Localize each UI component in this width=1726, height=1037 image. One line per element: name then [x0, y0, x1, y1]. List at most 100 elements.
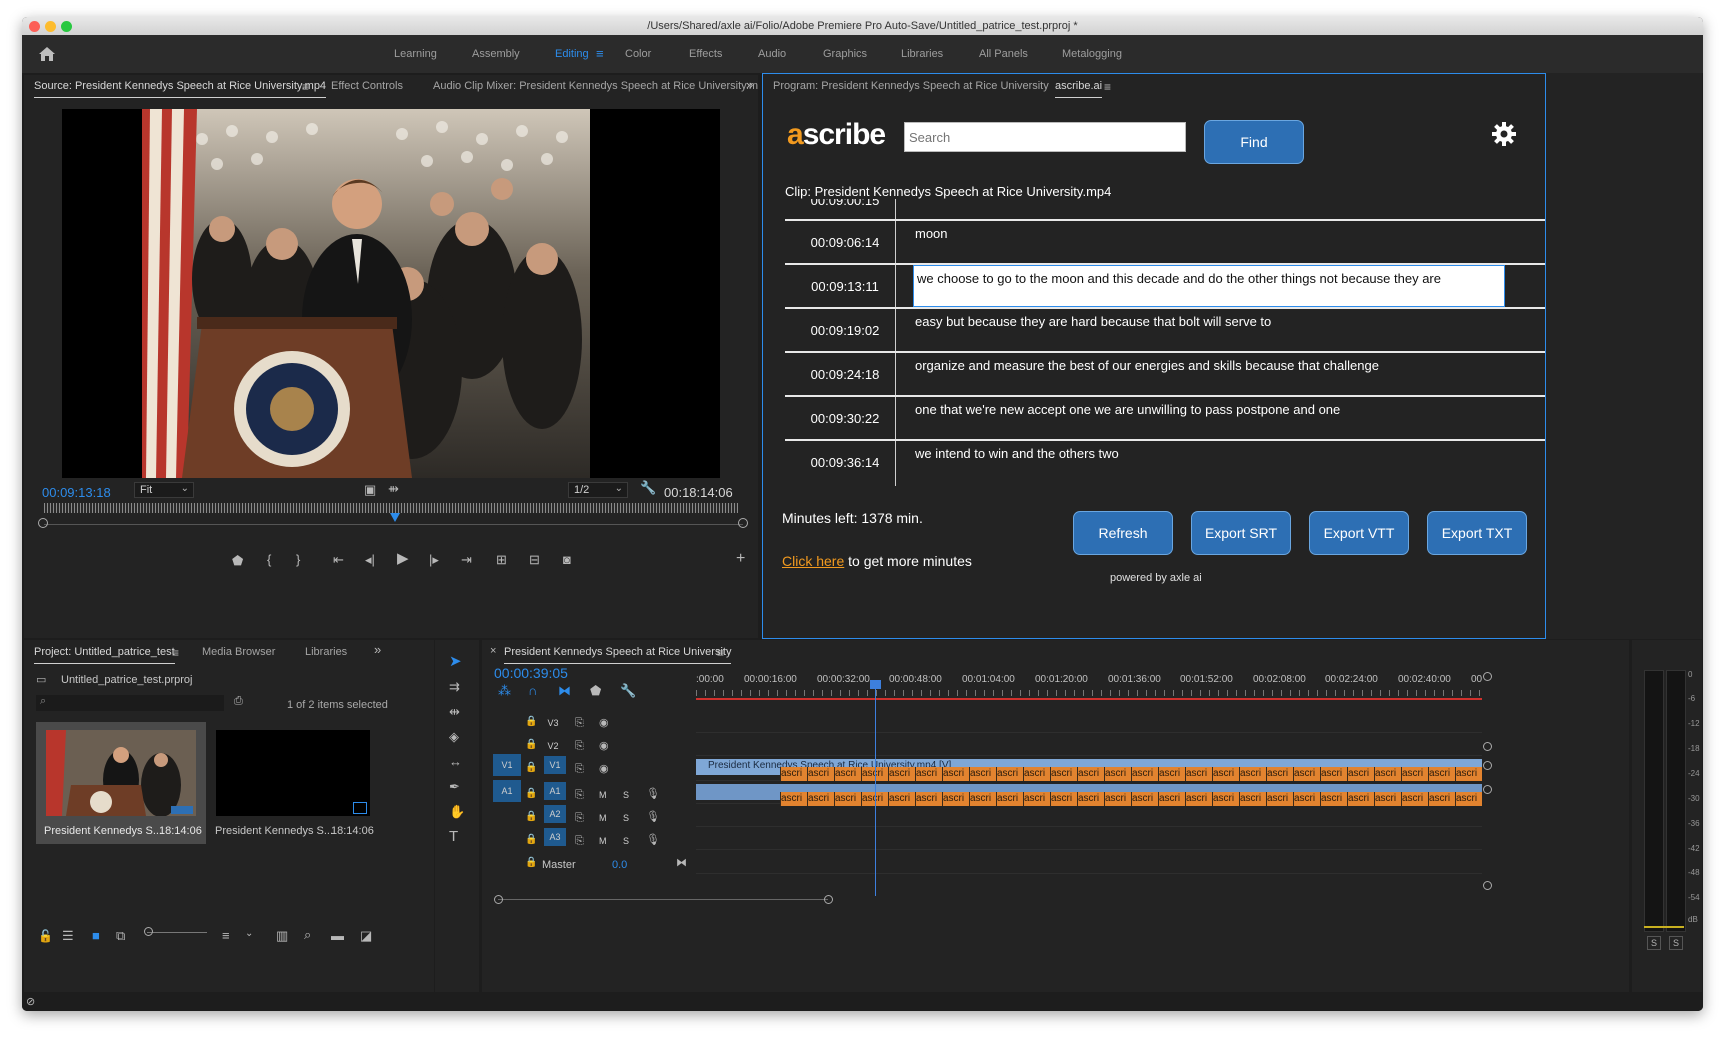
- insert-icon[interactable]: ⊞: [496, 553, 507, 567]
- workspace-menu-icon[interactable]: ≡: [596, 35, 604, 73]
- mute-button[interactable]: M: [599, 790, 607, 800]
- ascribe-marker[interactable]: ascri: [1347, 792, 1374, 806]
- ascribe-marker[interactable]: ascri: [1239, 767, 1266, 781]
- eye-icon[interactable]: ◉: [599, 739, 609, 753]
- timeline-timecode[interactable]: 00:00:39:05: [494, 665, 568, 681]
- ascribe-marker[interactable]: ascri: [1293, 767, 1320, 781]
- export-txt-button[interactable]: Export TXT: [1427, 511, 1527, 555]
- ascribe-marker[interactable]: ascri: [1347, 767, 1374, 781]
- ascribe-marker[interactable]: ascri: [834, 792, 861, 806]
- transcript-time[interactable]: 00:09:19:02: [785, 323, 905, 338]
- add-button-icon[interactable]: +: [736, 551, 745, 567]
- project-item-selected[interactable]: President Kennedys S... 18:14:06: [36, 722, 206, 844]
- ascribe-marker[interactable]: ascri: [888, 792, 915, 806]
- lock-icon[interactable]: 🔒: [525, 738, 537, 752]
- close-window-button[interactable]: [29, 21, 40, 32]
- project-item[interactable]: President Kennedys S... 18:14:06: [213, 722, 383, 844]
- ascribe-marker[interactable]: ascri: [780, 767, 807, 781]
- ascribe-marker[interactable]: ascri: [888, 767, 915, 781]
- tab-audio-clip-mixer[interactable]: Audio Clip Mixer: President Kennedys Spe…: [433, 80, 758, 92]
- source-marker-bar[interactable]: [44, 503, 738, 513]
- source-timecode[interactable]: 00:09:13:18: [42, 485, 111, 500]
- track-lanes[interactable]: President Kennedys Speech at Rice Univer…: [696, 710, 1482, 905]
- ascribe-marker[interactable]: ascri: [1077, 792, 1104, 806]
- automate-icon[interactable]: ▥: [276, 929, 288, 943]
- mute-button[interactable]: M: [599, 836, 607, 846]
- pen-tool-icon[interactable]: ✒: [449, 780, 460, 794]
- ascribe-marker[interactable]: ascri: [1131, 792, 1158, 806]
- transcript-table[interactable]: 00:09:00:15 00:09:06:14 moon 00:09:13:11…: [763, 199, 1545, 486]
- ascribe-marker[interactable]: ascri: [1023, 792, 1050, 806]
- lock-icon[interactable]: 🔒: [525, 761, 537, 775]
- type-tool-icon[interactable]: T: [449, 829, 458, 844]
- ascribe-marker[interactable]: ascri: [1158, 792, 1185, 806]
- find-button[interactable]: Find: [1204, 120, 1304, 164]
- microphone-icon[interactable]: 🎙: [646, 810, 660, 824]
- vertical-zoom-handle[interactable]: [1483, 672, 1492, 681]
- ascribe-marker[interactable]: ascri: [915, 767, 942, 781]
- tab-project[interactable]: Project: Untitled_patrice_test: [34, 646, 175, 664]
- transcript-time-partial[interactable]: 00:09:00:15: [785, 199, 905, 208]
- mark-in-icon[interactable]: {: [267, 553, 271, 567]
- slip-tool-icon[interactable]: ↔: [449, 755, 462, 769]
- sync-lock-icon[interactable]: ⎘: [575, 788, 584, 802]
- ascribe-marker[interactable]: ascri: [807, 767, 834, 781]
- scroll-handle[interactable]: [1483, 761, 1492, 770]
- sync-lock-icon[interactable]: ⎘: [575, 739, 584, 753]
- transcript-time[interactable]: 00:09:06:14: [785, 235, 905, 250]
- workspace-libraries[interactable]: Libraries: [901, 35, 943, 73]
- camera-icon[interactable]: ◙: [563, 553, 571, 567]
- workspace-audio[interactable]: Audio: [758, 35, 786, 73]
- track-label-a1[interactable]: A1: [544, 782, 566, 800]
- workspace-metalogging[interactable]: Metalogging: [1062, 35, 1122, 73]
- tab-source[interactable]: Source: President Kennedys Speech at Ric…: [34, 80, 327, 98]
- ascribe-marker[interactable]: ascri: [1428, 792, 1455, 806]
- close-tab-icon[interactable]: ×: [490, 644, 496, 658]
- new-search-bin-icon[interactable]: ⎙: [234, 694, 243, 708]
- list-view-icon[interactable]: ☰: [62, 929, 74, 943]
- source-patch-a1[interactable]: A1: [493, 780, 521, 802]
- go-to-end-icon[interactable]: ⧓: [676, 856, 687, 870]
- time-ruler[interactable]: :00:00 00:00:16:00 00:00:32:00 00:00:48:…: [696, 668, 1486, 704]
- hand-tool-icon[interactable]: ✋: [449, 805, 465, 819]
- export-frame-icon[interactable]: ▣: [364, 483, 376, 497]
- ascribe-marker[interactable]: ascri: [1212, 792, 1239, 806]
- scroll-handle[interactable]: [1483, 785, 1492, 794]
- timeline-playhead-handle[interactable]: [870, 680, 881, 689]
- ascribe-marker[interactable]: ascri: [1131, 767, 1158, 781]
- scroll-handle[interactable]: [1483, 742, 1492, 751]
- tab-libraries[interactable]: Libraries: [305, 646, 347, 658]
- ascribe-marker[interactable]: ascri: [1266, 767, 1293, 781]
- workspace-graphics[interactable]: Graphics: [823, 35, 867, 73]
- microphone-icon[interactable]: 🎙: [646, 833, 660, 847]
- export-vtt-button[interactable]: Export VTT: [1309, 511, 1409, 555]
- razor-tool-icon[interactable]: ◈: [449, 730, 459, 744]
- track-select-tool-icon[interactable]: ⇉: [449, 680, 460, 694]
- ascribe-marker[interactable]: ascri: [942, 792, 969, 806]
- tab-media-browser[interactable]: Media Browser: [202, 646, 275, 658]
- lock-icon[interactable]: 🔒: [525, 856, 537, 870]
- project-search-input[interactable]: ⌕: [36, 695, 224, 711]
- workspace-effects[interactable]: Effects: [689, 35, 722, 73]
- ascribe-marker[interactable]: ascri: [1077, 767, 1104, 781]
- search-input[interactable]: [904, 122, 1186, 152]
- home-icon[interactable]: [38, 46, 56, 62]
- transcript-text[interactable]: moon: [915, 226, 948, 241]
- ascribe-marker[interactable]: ascri: [1158, 767, 1185, 781]
- linked-selection-icon[interactable]: ⧓: [558, 684, 571, 698]
- ascribe-marker[interactable]: ascri: [1374, 767, 1401, 781]
- horizontal-zoom-bar[interactable]: [498, 899, 828, 900]
- ascribe-marker[interactable]: ascri: [996, 767, 1023, 781]
- ascribe-marker[interactable]: ascri: [1401, 767, 1428, 781]
- add-marker-icon[interactable]: ⬟: [590, 684, 601, 698]
- tab-sequence[interactable]: President Kennedys Speech at Rice Univer…: [504, 646, 732, 664]
- find-icon[interactable]: ⌕: [304, 928, 311, 942]
- tab-effect-controls[interactable]: Effect Controls: [331, 80, 403, 92]
- workspace-learning[interactable]: Learning: [394, 35, 437, 73]
- transcript-time[interactable]: 00:09:30:22: [785, 411, 905, 426]
- transcript-text[interactable]: one that we're new accept one we are unw…: [915, 402, 1340, 417]
- lock-icon[interactable]: 🔒: [525, 715, 537, 729]
- mark-out-icon[interactable]: }: [296, 553, 300, 567]
- sort-icon[interactable]: ≡: [222, 929, 230, 943]
- track-label-v2[interactable]: V2: [544, 741, 562, 751]
